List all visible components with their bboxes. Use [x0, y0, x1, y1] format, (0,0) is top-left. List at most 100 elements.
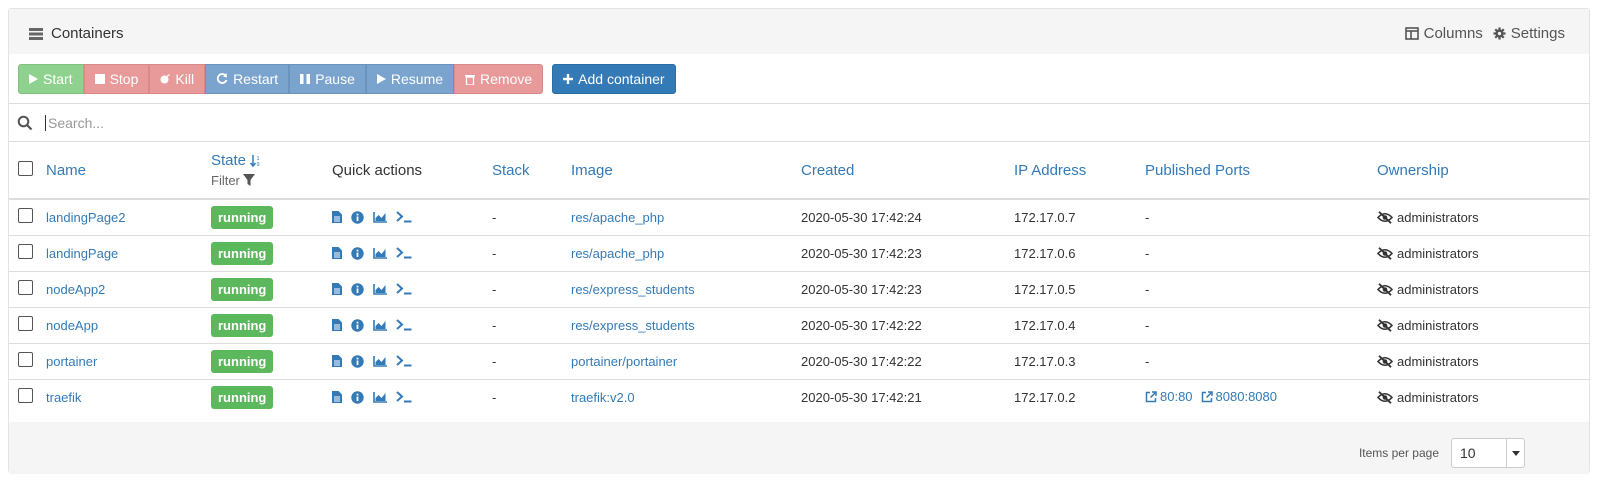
eye-slash-icon — [1377, 210, 1393, 224]
columns-button[interactable]: Columns — [1404, 25, 1483, 42]
logs-icon[interactable] — [332, 355, 342, 367]
state-filter[interactable]: Filter — [211, 173, 332, 188]
ports-value: - — [1145, 209, 1150, 225]
ownership-value: administrators — [1397, 245, 1479, 261]
resume-label: Resume — [390, 71, 444, 87]
eye-slash-icon — [1377, 354, 1393, 368]
container-name-link[interactable]: portainer — [46, 354, 97, 369]
column-created[interactable]: Created — [801, 162, 854, 179]
column-published-ports[interactable]: Published Ports — [1145, 162, 1250, 179]
kill-label: Kill — [175, 71, 195, 87]
select-all-checkbox[interactable] — [18, 160, 33, 176]
ownership: administrators — [1377, 246, 1589, 261]
container-name-link[interactable]: landingPage2 — [46, 210, 126, 225]
stats-icon[interactable] — [373, 247, 387, 259]
action-toolbar: Start Stop Kill Restart Pause Resume Rem… — [18, 64, 676, 94]
console-icon[interactable] — [396, 391, 412, 403]
column-stack[interactable]: Stack — [492, 162, 530, 179]
settings-button[interactable]: Settings — [1493, 25, 1565, 42]
kill-button[interactable]: Kill — [149, 64, 206, 94]
console-icon[interactable] — [396, 211, 412, 223]
ports-value: - — [1145, 281, 1150, 297]
logs-icon[interactable] — [332, 247, 342, 259]
image-link[interactable]: res/apache_php — [571, 210, 664, 225]
info-icon[interactable] — [351, 354, 364, 368]
column-ownership[interactable]: Ownership — [1377, 162, 1449, 179]
row-checkbox[interactable] — [18, 388, 33, 404]
stats-icon[interactable] — [373, 319, 387, 331]
refresh-icon — [216, 73, 228, 84]
console-icon[interactable] — [396, 355, 412, 367]
console-icon[interactable] — [396, 283, 412, 295]
container-name-link[interactable]: traefik — [46, 390, 81, 405]
page-title: Containers — [29, 25, 124, 42]
start-button[interactable]: Start — [18, 64, 84, 94]
table-row: portainer running - portainer/portainer … — [9, 343, 1589, 380]
stats-icon[interactable] — [373, 283, 387, 295]
info-icon[interactable] — [351, 246, 364, 260]
image-link[interactable]: res/express_students — [571, 318, 695, 333]
image-link[interactable]: traefik:v2.0 — [571, 390, 635, 405]
panel-body: Start Stop Kill Restart Pause Resume Rem… — [9, 54, 1589, 422]
sort-icon[interactable]: 19 — [250, 154, 262, 167]
row-checkbox[interactable] — [18, 280, 33, 295]
info-icon[interactable] — [351, 211, 364, 224]
remove-button[interactable]: Remove — [454, 64, 544, 94]
row-checkbox[interactable] — [18, 208, 33, 224]
container-name-link[interactable]: nodeApp — [46, 318, 98, 333]
ports-value: - — [1145, 245, 1150, 261]
column-name[interactable]: Name — [46, 162, 86, 179]
stack-value: - — [492, 245, 497, 261]
add-container-button[interactable]: Add container — [552, 64, 676, 94]
column-ip-address[interactable]: IP Address — [1014, 162, 1086, 179]
start-label: Start — [43, 71, 73, 87]
console-icon[interactable] — [396, 319, 412, 331]
stats-icon[interactable] — [373, 391, 387, 403]
status-badge: running — [211, 277, 274, 301]
image-link[interactable]: res/express_students — [571, 282, 695, 297]
image-link[interactable]: portainer/portainer — [571, 354, 677, 369]
info-icon[interactable] — [351, 318, 364, 332]
stop-button[interactable]: Stop — [83, 64, 150, 94]
ip-address-value: 172.17.0.3 — [1014, 353, 1076, 369]
items-per-page-select[interactable]: 10 — [1451, 438, 1525, 468]
restart-label: Restart — [233, 71, 279, 87]
table-row: nodeApp2 running - res/express_students … — [9, 271, 1589, 308]
console-icon[interactable] — [396, 247, 412, 259]
row-checkbox[interactable] — [18, 352, 33, 367]
settings-label: Settings — [1510, 25, 1565, 42]
info-icon[interactable] — [351, 391, 364, 404]
info-icon[interactable] — [351, 282, 364, 296]
eye-slash-icon — [1377, 246, 1393, 260]
container-name-link[interactable]: landingPage — [46, 246, 118, 261]
caret-down-icon — [1511, 450, 1520, 456]
published-port-link[interactable]: 80:80 — [1145, 389, 1193, 404]
logs-icon[interactable] — [332, 283, 342, 295]
status-badge: running — [211, 205, 274, 229]
logs-icon[interactable] — [332, 211, 342, 224]
stats-icon[interactable] — [373, 355, 387, 367]
containers-table: Name State 19 Filter Quick actions Stack — [9, 142, 1589, 415]
created-value: 2020-05-30 17:42:21 — [801, 389, 922, 405]
restart-button[interactable]: Restart — [205, 64, 290, 94]
pause-icon — [300, 74, 311, 84]
stats-icon[interactable] — [373, 211, 387, 223]
row-checkbox[interactable] — [18, 244, 33, 259]
container-name-link[interactable]: nodeApp2 — [46, 282, 105, 297]
pause-button[interactable]: Pause — [289, 64, 366, 94]
ip-address-value: 172.17.0.6 — [1014, 245, 1076, 261]
search-input[interactable] — [45, 114, 645, 131]
image-link[interactable]: res/apache_php — [571, 246, 664, 261]
column-state[interactable]: State — [211, 152, 246, 169]
logs-icon[interactable] — [332, 391, 342, 404]
status-badge: running — [211, 349, 274, 373]
columns-label: Columns — [1423, 25, 1483, 42]
resume-button[interactable]: Resume — [365, 64, 455, 94]
row-checkbox[interactable] — [18, 316, 33, 331]
published-port-link[interactable]: 8080:8080 — [1201, 389, 1277, 404]
search-bar — [9, 103, 1589, 142]
column-image[interactable]: Image — [571, 162, 613, 179]
items-per-page-value: 10 — [1460, 445, 1476, 461]
logs-icon[interactable] — [332, 319, 342, 331]
created-value: 2020-05-30 17:42:23 — [801, 245, 922, 261]
